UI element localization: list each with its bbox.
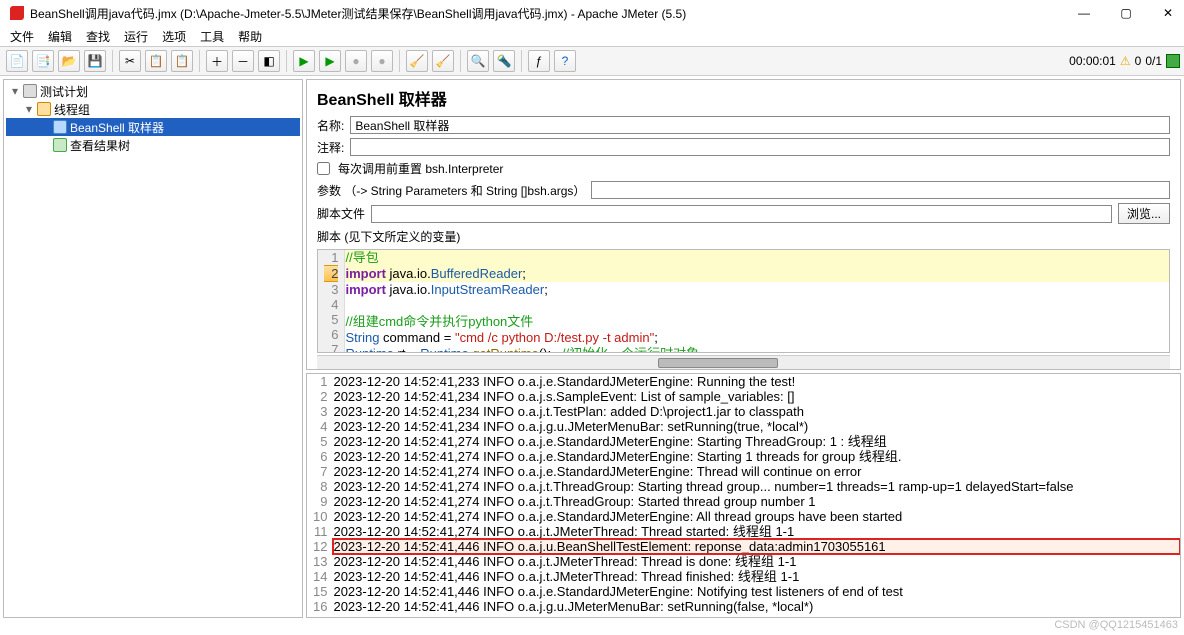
- log-line: 2023-12-20 14:52:41,234 INFO o.a.j.s.Sam…: [333, 389, 1180, 404]
- comment-label: 注释:: [317, 139, 344, 156]
- paste-button[interactable]: 📋: [171, 50, 193, 72]
- clear-all-button[interactable]: 🧹: [432, 50, 454, 72]
- menu-run[interactable]: 运行: [124, 28, 148, 44]
- menu-file[interactable]: 文件: [10, 28, 34, 44]
- window-title: BeanShell调用java代码.jmx (D:\Apache-Jmeter-…: [30, 5, 1078, 22]
- open-button[interactable]: 📂: [58, 50, 80, 72]
- editor-scrollbar[interactable]: [317, 355, 1170, 369]
- line-gutter: 12345678910: [318, 250, 345, 352]
- pipette-icon: [53, 120, 67, 134]
- name-input[interactable]: [350, 116, 1170, 134]
- script-file-input[interactable]: [371, 205, 1112, 223]
- start-button[interactable]: ▶: [293, 50, 315, 72]
- tree-node-results[interactable]: 查看结果树: [6, 136, 300, 154]
- function-helper-button[interactable]: ƒ: [528, 50, 550, 72]
- log-line: 2023-12-20 14:52:41,274 INFO o.a.j.t.JMe…: [333, 524, 1180, 539]
- save-button[interactable]: 💾: [84, 50, 106, 72]
- comment-input[interactable]: [350, 138, 1170, 156]
- maximize-button[interactable]: ▢: [1120, 7, 1132, 19]
- warning-icon: ⚠: [1120, 54, 1131, 68]
- log-line: 2023-12-20 14:52:41,274 INFO o.a.j.t.Thr…: [333, 494, 1180, 509]
- log-line: 2023-12-20 14:52:41,274 INFO o.a.j.e.Sta…: [333, 434, 1180, 449]
- menu-tools[interactable]: 工具: [200, 28, 224, 44]
- log-line-highlighted: 2023-12-20 14:52:41,446 INFO o.a.j.u.Bea…: [333, 539, 1180, 554]
- cut-button[interactable]: ✂: [119, 50, 141, 72]
- log-gutter: 12345678910111213141516: [307, 374, 333, 617]
- menu-options[interactable]: 选项: [162, 28, 186, 44]
- sampler-panel: BeanShell 取样器 名称: 注释: 每次调用前重置 bsh.Interp…: [306, 79, 1181, 370]
- log-line: 2023-12-20 14:52:41,274 INFO o.a.j.e.Sta…: [333, 449, 1180, 464]
- tree-node-sampler[interactable]: BeanShell 取样器: [6, 118, 300, 136]
- run-indicator-icon: [1166, 54, 1180, 68]
- app-icon: [10, 6, 24, 20]
- collapse-button[interactable]: －: [232, 50, 254, 72]
- clear-button[interactable]: 🧹: [406, 50, 428, 72]
- log-line: 2023-12-20 14:52:41,274 INFO o.a.j.e.Sta…: [333, 464, 1180, 479]
- start-no-pause-button[interactable]: ▶: [319, 50, 341, 72]
- gear-icon: [37, 102, 51, 116]
- log-line: 2023-12-20 14:52:41,446 INFO o.a.j.t.JMe…: [333, 569, 1180, 584]
- stop-button[interactable]: ●: [345, 50, 367, 72]
- toggle-button[interactable]: ◧: [258, 50, 280, 72]
- script-file-label: 脚本文件: [317, 205, 365, 222]
- log-line: 2023-12-20 14:52:41,274 INFO o.a.j.e.Sta…: [333, 509, 1180, 524]
- tree-node-plan[interactable]: ▾测试计划: [6, 82, 300, 100]
- close-button[interactable]: ✕: [1162, 7, 1174, 19]
- new-button[interactable]: 📄: [6, 50, 28, 72]
- tree-node-thread[interactable]: ▾线程组: [6, 100, 300, 118]
- params-input[interactable]: [591, 181, 1170, 199]
- title-bar: BeanShell调用java代码.jmx (D:\Apache-Jmeter-…: [0, 0, 1184, 26]
- templates-button[interactable]: 📑: [32, 50, 54, 72]
- warning-count: 0: [1135, 54, 1142, 68]
- log-line: 2023-12-20 14:52:41,233 INFO o.a.j.e.Sta…: [333, 374, 1180, 389]
- reset-checkbox[interactable]: [317, 162, 330, 175]
- shutdown-button[interactable]: ●: [371, 50, 393, 72]
- test-plan-tree[interactable]: ▾测试计划 ▾线程组 BeanShell 取样器 查看结果树: [3, 79, 303, 618]
- flask-icon: [23, 84, 37, 98]
- menu-search[interactable]: 查找: [86, 28, 110, 44]
- expand-button[interactable]: ＋: [206, 50, 228, 72]
- log-line: 2023-12-20 14:52:41,446 INFO o.a.j.g.u.J…: [333, 599, 1180, 614]
- menu-bar: 文件 编辑 查找 运行 选项 工具 帮助: [0, 26, 1184, 46]
- log-line: 2023-12-20 14:52:41,446 INFO o.a.j.t.JMe…: [333, 554, 1180, 569]
- script-editor[interactable]: 12345678910 //导包 import java.io.Buffered…: [317, 249, 1170, 353]
- panel-title: BeanShell 取样器: [307, 80, 1180, 114]
- search-button[interactable]: 🔍: [467, 50, 489, 72]
- toolbar: 📄 📑 📂 💾 ✂ 📋 📋 ＋ － ◧ ▶ ▶ ● ● 🧹 🧹 🔍 🔦 ƒ ? …: [0, 46, 1184, 76]
- tree-icon: [53, 138, 67, 152]
- log-line: 2023-12-20 14:52:41,446 INFO o.a.j.e.Sta…: [333, 584, 1180, 599]
- params-label: 参数 （-> String Parameters 和 String []bsh.…: [317, 182, 585, 199]
- elapsed-time: 00:00:01: [1069, 54, 1116, 68]
- log-line: 2023-12-20 14:52:41,274 INFO o.a.j.t.Thr…: [333, 479, 1180, 494]
- browse-button[interactable]: 浏览...: [1118, 203, 1170, 224]
- help-button[interactable]: ?: [554, 50, 576, 72]
- menu-edit[interactable]: 编辑: [48, 28, 72, 44]
- menu-help[interactable]: 帮助: [238, 28, 262, 44]
- minimize-button[interactable]: —: [1078, 7, 1090, 19]
- log-line: 2023-12-20 14:52:41,234 INFO o.a.j.t.Tes…: [333, 404, 1180, 419]
- log-line: 2023-12-20 14:52:41,234 INFO o.a.j.g.u.J…: [333, 419, 1180, 434]
- name-label: 名称:: [317, 117, 344, 134]
- log-panel[interactable]: 12345678910111213141516 2023-12-20 14:52…: [306, 373, 1181, 618]
- script-label: 脚本 (见下文所定义的变量): [317, 228, 460, 245]
- thread-count: 0/1: [1145, 54, 1162, 68]
- reset-search-button[interactable]: 🔦: [493, 50, 515, 72]
- reset-label: 每次调用前重置 bsh.Interpreter: [338, 160, 503, 177]
- copy-button[interactable]: 📋: [145, 50, 167, 72]
- watermark: CSDN @QQ1215451463: [1054, 619, 1178, 631]
